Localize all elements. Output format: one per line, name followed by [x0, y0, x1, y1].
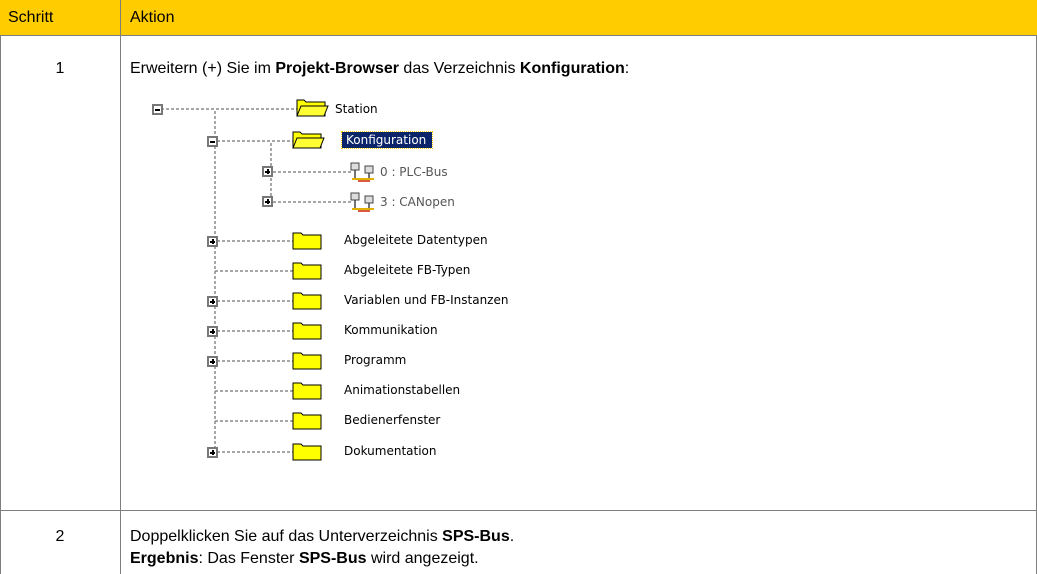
folder-open-icon [296, 99, 329, 117]
step-1-instruction: Erweitern (+) Sie im Projekt-Browser das… [130, 60, 630, 77]
network-bus-icon [350, 162, 374, 182]
step-2-instruction: Doppelklicken Sie auf das Unterverzeichn… [130, 528, 515, 545]
tree-item-bedienerfenster[interactable]: Bedienerfenster [344, 412, 440, 428]
tree-item-variablen-fb-instanzen[interactable]: Variablen und FB-Instanzen [344, 292, 508, 308]
row-divider [0, 35, 1037, 36]
row-divider [0, 510, 1037, 511]
collapse-toggle[interactable] [152, 104, 163, 115]
tree-item-programm[interactable]: Programm [344, 352, 406, 368]
folder-closed-icon [292, 322, 322, 340]
step-number: 2 [55, 528, 65, 545]
column-divider [120, 0, 121, 574]
project-browser-tree: Station Konfiguration 0 : PLC-Bus 3 : CA… [147, 93, 527, 468]
collapse-toggle[interactable] [207, 136, 218, 147]
expand-toggle[interactable] [207, 296, 218, 307]
table-left-border [0, 35, 1, 574]
folder-closed-icon [292, 443, 322, 461]
folder-closed-icon [292, 412, 322, 430]
tree-item-plc-bus[interactable]: 0 : PLC-Bus [380, 164, 448, 180]
expand-toggle[interactable] [207, 236, 218, 247]
folder-closed-icon [292, 352, 322, 370]
step-number: 1 [55, 60, 65, 77]
step-2-result: Ergebnis: Das Fenster SPS-Bus wird angez… [130, 550, 479, 567]
expand-toggle[interactable] [207, 447, 218, 458]
column-header-step: Schritt [0, 0, 120, 35]
tree-item-abgeleitete-datentypen[interactable]: Abgeleitete Datentypen [344, 232, 488, 248]
tree-item-station[interactable]: Station [335, 101, 378, 117]
tree-item-animationstabellen[interactable]: Animationstabellen [344, 382, 460, 398]
tree-item-dokumentation[interactable]: Dokumentation [344, 443, 437, 459]
expand-toggle[interactable] [262, 196, 273, 207]
folder-open-icon [292, 131, 325, 149]
expand-toggle[interactable] [262, 166, 273, 177]
tree-item-konfiguration[interactable]: Konfiguration [340, 131, 434, 149]
folder-closed-icon [292, 382, 322, 400]
tree-item-kommunikation[interactable]: Kommunikation [344, 322, 438, 338]
folder-closed-icon [292, 232, 322, 250]
tree-connector-lines [161, 108, 351, 453]
expand-toggle[interactable] [207, 326, 218, 337]
tree-item-abgeleitete-fb-typen[interactable]: Abgeleitete FB-Typen [344, 262, 470, 278]
network-bus-icon [350, 192, 374, 212]
folder-closed-icon [292, 262, 322, 280]
tree-item-canopen[interactable]: 3 : CANopen [380, 194, 455, 210]
column-header-action: Aktion [121, 0, 1037, 35]
folder-closed-icon [292, 292, 322, 310]
expand-toggle[interactable] [207, 356, 218, 367]
